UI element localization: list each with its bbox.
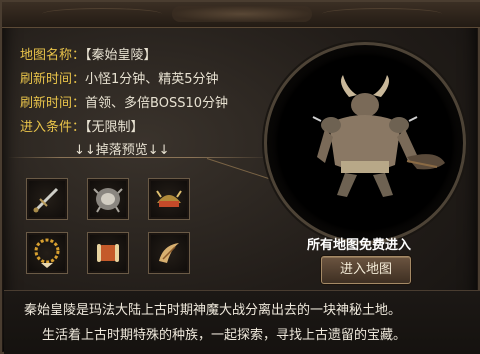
helmet-icon — [156, 190, 182, 207]
map-info-panel: 地图名称：【秦始皇陵】 刷新时间：小怪1分钟、精英5分钟 刷新时间：首领、多倍B… — [0, 0, 480, 354]
map-info: 地图名称：【秦始皇陵】 刷新时间：小怪1分钟、精英5分钟 刷新时间：首领、多倍B… — [20, 44, 228, 140]
description-line-2: 生活着上古时期特殊的种族，一起探索，寻找上古遗留的宝藏。 — [42, 328, 407, 343]
horn-icon — [159, 243, 179, 263]
enter-map-button[interactable]: 进入地图 — [321, 256, 411, 284]
armor-icon — [93, 188, 123, 213]
refresh-time-label-2: 刷新时间： — [20, 96, 86, 111]
description-line-1: 秦始皇陵是玛法大陆上古时期神魔大战分离出去的一块神秘土地。 — [24, 303, 402, 318]
drop-slot-6[interactable] — [148, 232, 190, 274]
entry-condition-label: 进入条件： — [20, 120, 86, 135]
scroll-ornament-icon — [172, 6, 312, 22]
entry-condition-row: 进入条件：【无限制】 — [20, 116, 228, 140]
drop-slot-2[interactable] — [87, 178, 129, 220]
free-entry-text: 所有地图免费进入 — [307, 238, 412, 253]
drop-slot-1[interactable] — [26, 178, 68, 220]
minotaur-boss-icon — [312, 75, 445, 197]
scroll-icon — [97, 244, 119, 262]
refresh-time-label-1: 刷新时间： — [20, 72, 86, 87]
drop-preview-title: ↓↓掉落预览↓↓ — [74, 143, 170, 158]
sword-icon — [33, 187, 59, 213]
divider — [8, 157, 272, 158]
map-name-row: 地图名称：【秦始皇陵】 — [20, 44, 228, 68]
map-name-label: 地图名称： — [20, 48, 86, 63]
drop-slot-3[interactable] — [148, 178, 190, 220]
top-ornament — [2, 2, 480, 28]
refresh-time-row-1: 刷新时间：小怪1分钟、精英5分钟 — [20, 68, 228, 92]
refresh-time-value-1: 小怪1分钟、精英5分钟 — [85, 72, 219, 87]
drop-slot-5[interactable] — [87, 232, 129, 274]
necklace-icon — [34, 238, 60, 268]
entry-condition-value: 【无限制】 — [85, 120, 144, 135]
refresh-time-row-2: 刷新时间：首领、多倍BOSS10分钟 — [20, 92, 228, 116]
map-name-value: 【秦始皇陵】 — [85, 48, 157, 63]
drop-slot-4[interactable] — [26, 232, 68, 274]
refresh-time-value-2: 首领、多倍BOSS10分钟 — [85, 96, 228, 111]
boss-portrait — [264, 42, 466, 244]
